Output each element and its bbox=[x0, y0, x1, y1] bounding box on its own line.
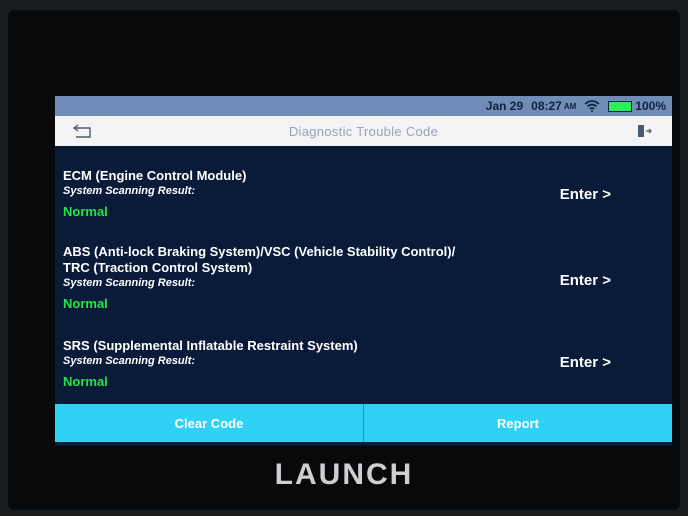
status-date: Jan 29 bbox=[485, 99, 524, 113]
brand-logo: LAUNCH bbox=[274, 458, 414, 491]
title-bar: Diagnostic Trouble Code bbox=[55, 116, 672, 146]
status-bar: Jan 29 08:27 AM 100% bbox=[55, 96, 672, 116]
device-screen: Jan 29 08:27 AM 100% Diagnostic Trouble … bbox=[55, 96, 672, 446]
battery-indicator: 100% bbox=[608, 99, 666, 113]
system-list: ECM (Engine Control Module) System Scann… bbox=[55, 148, 672, 403]
enter-button-abs[interactable]: Enter > bbox=[560, 272, 611, 289]
system-name: SRS (Supplemental Inflatable Restraint S… bbox=[63, 338, 358, 353]
clear-code-button[interactable]: Clear Code bbox=[55, 404, 363, 442]
system-status: Normal bbox=[63, 204, 108, 219]
status-time: 08:27 bbox=[531, 99, 562, 113]
status-ampm: AM bbox=[563, 101, 577, 111]
system-item-ecm[interactable]: ECM (Engine Control Module) System Scann… bbox=[63, 168, 663, 221]
back-arrow-icon[interactable] bbox=[71, 121, 95, 141]
system-status: Normal bbox=[63, 374, 108, 389]
enter-button-srs[interactable]: Enter > bbox=[560, 354, 611, 371]
battery-level: 100% bbox=[635, 99, 666, 113]
report-button[interactable]: Report bbox=[363, 404, 672, 442]
system-status: Normal bbox=[63, 296, 108, 311]
page-title: Diagnostic Trouble Code bbox=[288, 123, 439, 139]
battery-icon bbox=[608, 100, 633, 112]
system-name: ECM (Engine Control Module) bbox=[63, 168, 247, 183]
system-item-srs[interactable]: SRS (Supplemental Inflatable Restraint S… bbox=[63, 338, 663, 391]
exit-icon[interactable] bbox=[632, 121, 656, 141]
wifi-icon bbox=[584, 100, 600, 112]
system-item-abs[interactable]: ABS (Anti-lock Braking System)/VSC (Vehi… bbox=[63, 244, 663, 313]
action-bar: Clear Code Report bbox=[55, 404, 672, 442]
system-name-line1: ABS (Anti-lock Braking System)/VSC (Vehi… bbox=[63, 244, 456, 259]
enter-button-ecm[interactable]: Enter > bbox=[560, 186, 611, 203]
